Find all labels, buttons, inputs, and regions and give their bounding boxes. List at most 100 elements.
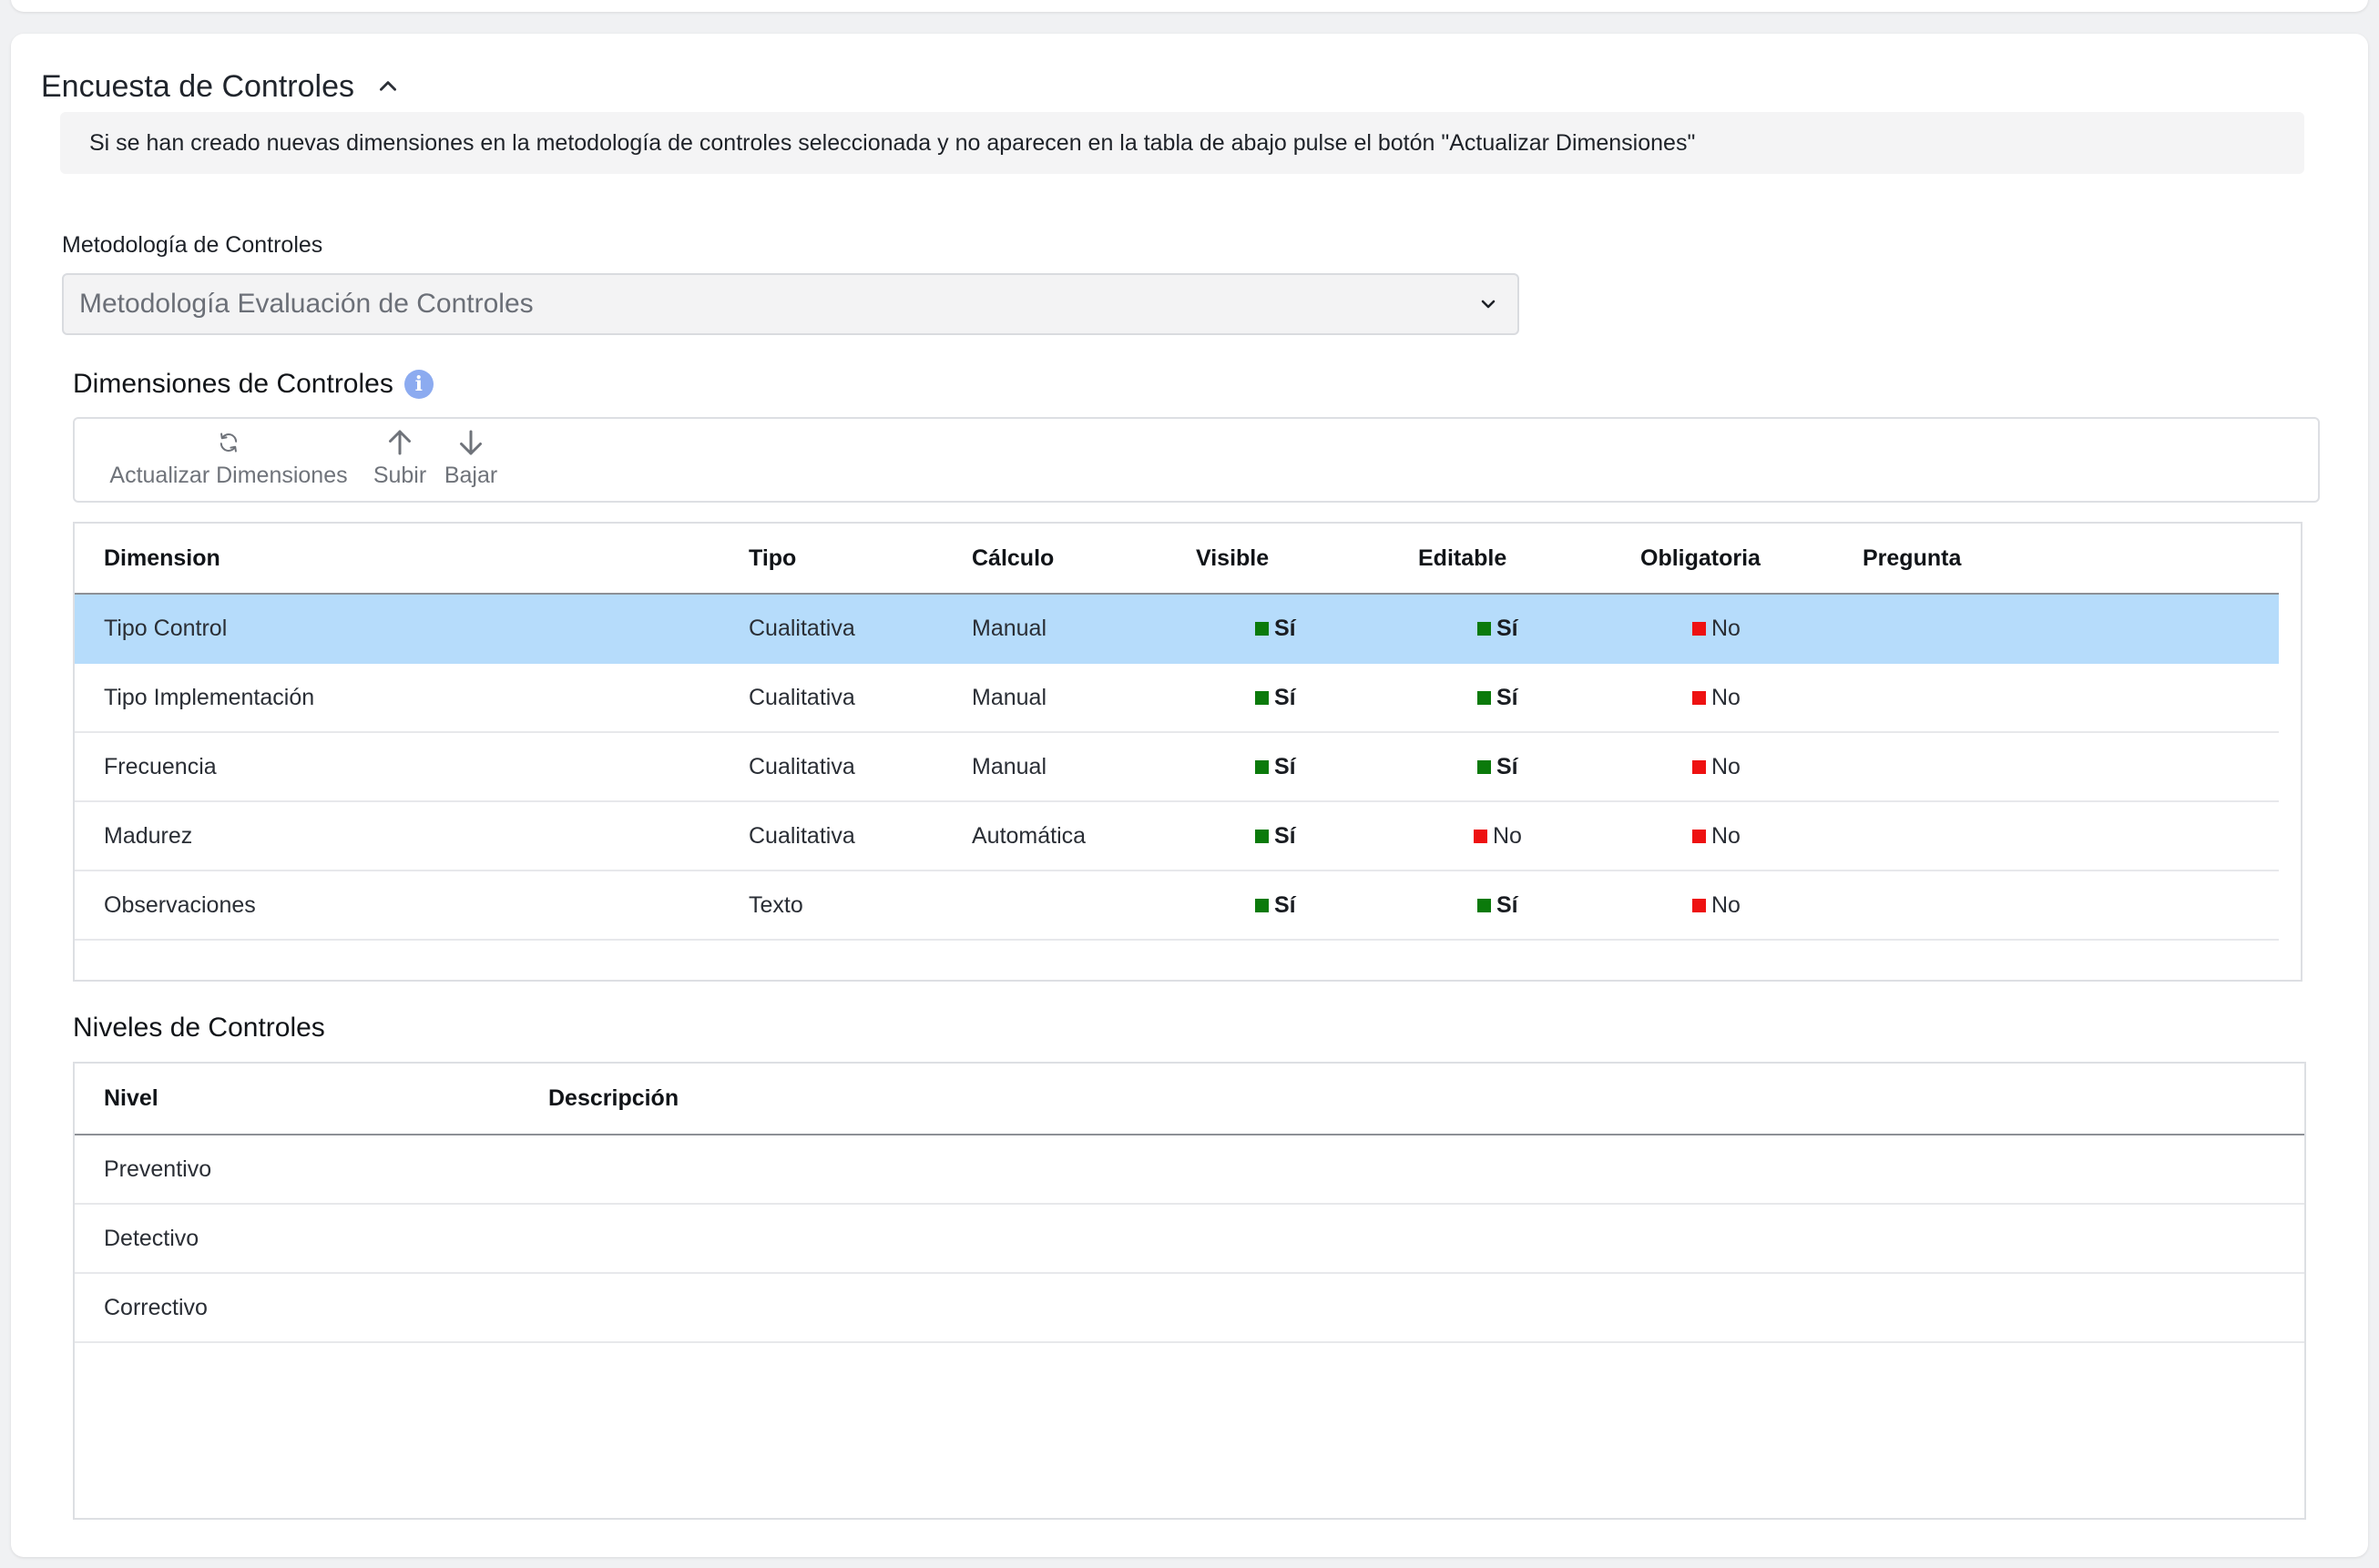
check-square-icon — [1255, 899, 1269, 912]
cell-editable: Sí — [1477, 595, 1518, 663]
col-obligatoria[interactable]: Obligatoria — [1640, 524, 1761, 593]
cell-calculo: Automática — [972, 823, 1087, 849]
check-square-icon — [1255, 622, 1269, 636]
table-row[interactable]: Detectivo — [75, 1205, 2304, 1274]
flag-text: Sí — [1274, 754, 1296, 779]
cell-name: Tipo Control — [104, 616, 228, 641]
cell-obligatoria: No — [1692, 733, 1741, 801]
cell-obligatoria: No — [1692, 595, 1741, 663]
cell-editable: No — [1474, 802, 1522, 871]
col-pregunta[interactable]: Pregunta — [1863, 524, 1961, 593]
chevron-up-icon[interactable] — [376, 75, 400, 98]
cell-editable: Sí — [1477, 871, 1518, 940]
cell-obligatoria: No — [1692, 802, 1741, 871]
check-square-icon — [1477, 691, 1491, 705]
flag-text: Sí — [1274, 685, 1296, 710]
col-nivel[interactable]: Nivel — [104, 1064, 158, 1133]
methodology-select[interactable]: Metodología Evaluación de Controles — [62, 273, 1519, 335]
cell-calculo: Manual — [972, 754, 1047, 779]
cell-visible: Sí — [1255, 733, 1296, 801]
move-up-button[interactable]: Subir — [366, 419, 434, 501]
flag-text: No — [1711, 892, 1741, 918]
cell-name: Observaciones — [104, 892, 256, 918]
table-row[interactable]: Tipo Control Cualitativa Manual Sí Sí No — [75, 595, 2279, 664]
levels-table-header: Nivel Descripción — [75, 1064, 2304, 1135]
dimensions-title-text: Dimensiones de Controles — [73, 369, 393, 399]
cell-tipo: Cualitativa — [749, 823, 855, 849]
table-row[interactable]: Observaciones Texto Sí Sí No — [75, 871, 2279, 941]
info-icon[interactable]: i — [403, 370, 434, 399]
section-title: Encuesta de Controles — [41, 68, 354, 104]
table-row[interactable]: Preventivo — [75, 1135, 2304, 1205]
info-banner-text: Si se han creado nuevas dimensiones en l… — [89, 129, 1696, 156]
cell-visible: Sí — [1255, 595, 1296, 663]
levels-title-text: Niveles de Controles — [73, 1013, 325, 1043]
cell-visible: Sí — [1255, 871, 1296, 940]
cross-square-icon — [1692, 691, 1706, 705]
flag-text: No — [1711, 616, 1741, 641]
dimensions-toolbar: Actualizar Dimensiones Subir Bajar — [73, 417, 2320, 503]
cell-tipo: Cualitativa — [749, 616, 855, 641]
col-visible[interactable]: Visible — [1196, 524, 1269, 593]
levels-title: Niveles de Controles — [73, 1013, 325, 1044]
cell-editable: Sí — [1477, 733, 1518, 801]
check-square-icon — [1255, 691, 1269, 705]
section-header[interactable]: Encuesta de Controles — [41, 64, 400, 109]
flag-text: Sí — [1496, 754, 1518, 779]
cell-obligatoria: No — [1692, 664, 1741, 732]
cell-name: Madurez — [104, 823, 193, 849]
flag-text: Sí — [1496, 685, 1518, 710]
cross-square-icon — [1692, 899, 1706, 912]
previous-card — [11, 0, 2368, 12]
cell-tipo: Cualitativa — [749, 754, 855, 779]
flag-text: Sí — [1496, 616, 1518, 641]
cell-name: Frecuencia — [104, 754, 217, 779]
cell-nivel: Preventivo — [104, 1156, 212, 1182]
cross-square-icon — [1692, 830, 1706, 843]
move-up-label: Subir — [373, 463, 427, 488]
col-calculo[interactable]: Cálculo — [972, 524, 1054, 593]
col-tipo[interactable]: Tipo — [749, 524, 796, 593]
table-row[interactable]: Tipo Implementación Cualitativa Manual Sí Sí… — [75, 664, 2279, 733]
col-dimension[interactable]: Dimension — [104, 524, 220, 593]
cross-square-icon — [1692, 760, 1706, 774]
cell-tipo: Texto — [749, 892, 803, 918]
cross-square-icon — [1692, 622, 1706, 636]
cross-square-icon — [1474, 830, 1487, 843]
dimensions-table-header: Dimension Tipo Cálculo Visible Editable … — [75, 524, 2279, 595]
move-down-button[interactable]: Bajar — [437, 419, 505, 501]
check-square-icon — [1477, 760, 1491, 774]
cell-nivel: Detectivo — [104, 1226, 199, 1251]
info-banner: Si se han creado nuevas dimensiones en l… — [60, 112, 2304, 174]
flag-text: No — [1711, 685, 1741, 710]
cell-calculo: Manual — [972, 616, 1047, 641]
check-square-icon — [1255, 760, 1269, 774]
arrow-up-icon — [389, 430, 411, 455]
dimensions-title: Dimensiones de Controles i — [73, 369, 434, 400]
cell-name: Tipo Implementación — [104, 685, 315, 710]
flag-text: No — [1493, 823, 1522, 849]
table-row[interactable]: Madurez Cualitativa Automática Sí No No — [75, 802, 2279, 871]
flag-text: Sí — [1274, 616, 1296, 641]
cell-visible: Sí — [1255, 664, 1296, 732]
cell-tipo: Cualitativa — [749, 685, 855, 710]
table-row[interactable]: Correctivo — [75, 1274, 2304, 1343]
flag-text: No — [1711, 754, 1741, 779]
cell-calculo: Manual — [972, 685, 1047, 710]
dimensions-table: Dimension Tipo Cálculo Visible Editable … — [73, 522, 2302, 982]
flag-text: Sí — [1496, 892, 1518, 918]
check-square-icon — [1477, 899, 1491, 912]
refresh-dimensions-label: Actualizar Dimensiones — [109, 463, 348, 488]
flag-text: Sí — [1274, 823, 1296, 849]
flag-text: No — [1711, 823, 1741, 849]
check-square-icon — [1255, 830, 1269, 843]
methodology-label: Metodología de Controles — [62, 232, 323, 258]
levels-table: Nivel Descripción Preventivo Detectivo Cor… — [73, 1062, 2306, 1520]
col-descripcion[interactable]: Descripción — [548, 1064, 679, 1133]
refresh-dimensions-button[interactable]: Actualizar Dimensiones — [97, 419, 361, 501]
table-row[interactable]: Frecuencia Cualitativa Manual Sí Sí No — [75, 733, 2279, 802]
move-down-label: Bajar — [444, 463, 498, 488]
col-editable[interactable]: Editable — [1418, 524, 1506, 593]
chevron-down-icon — [1481, 300, 1496, 309]
refresh-icon — [220, 433, 238, 453]
